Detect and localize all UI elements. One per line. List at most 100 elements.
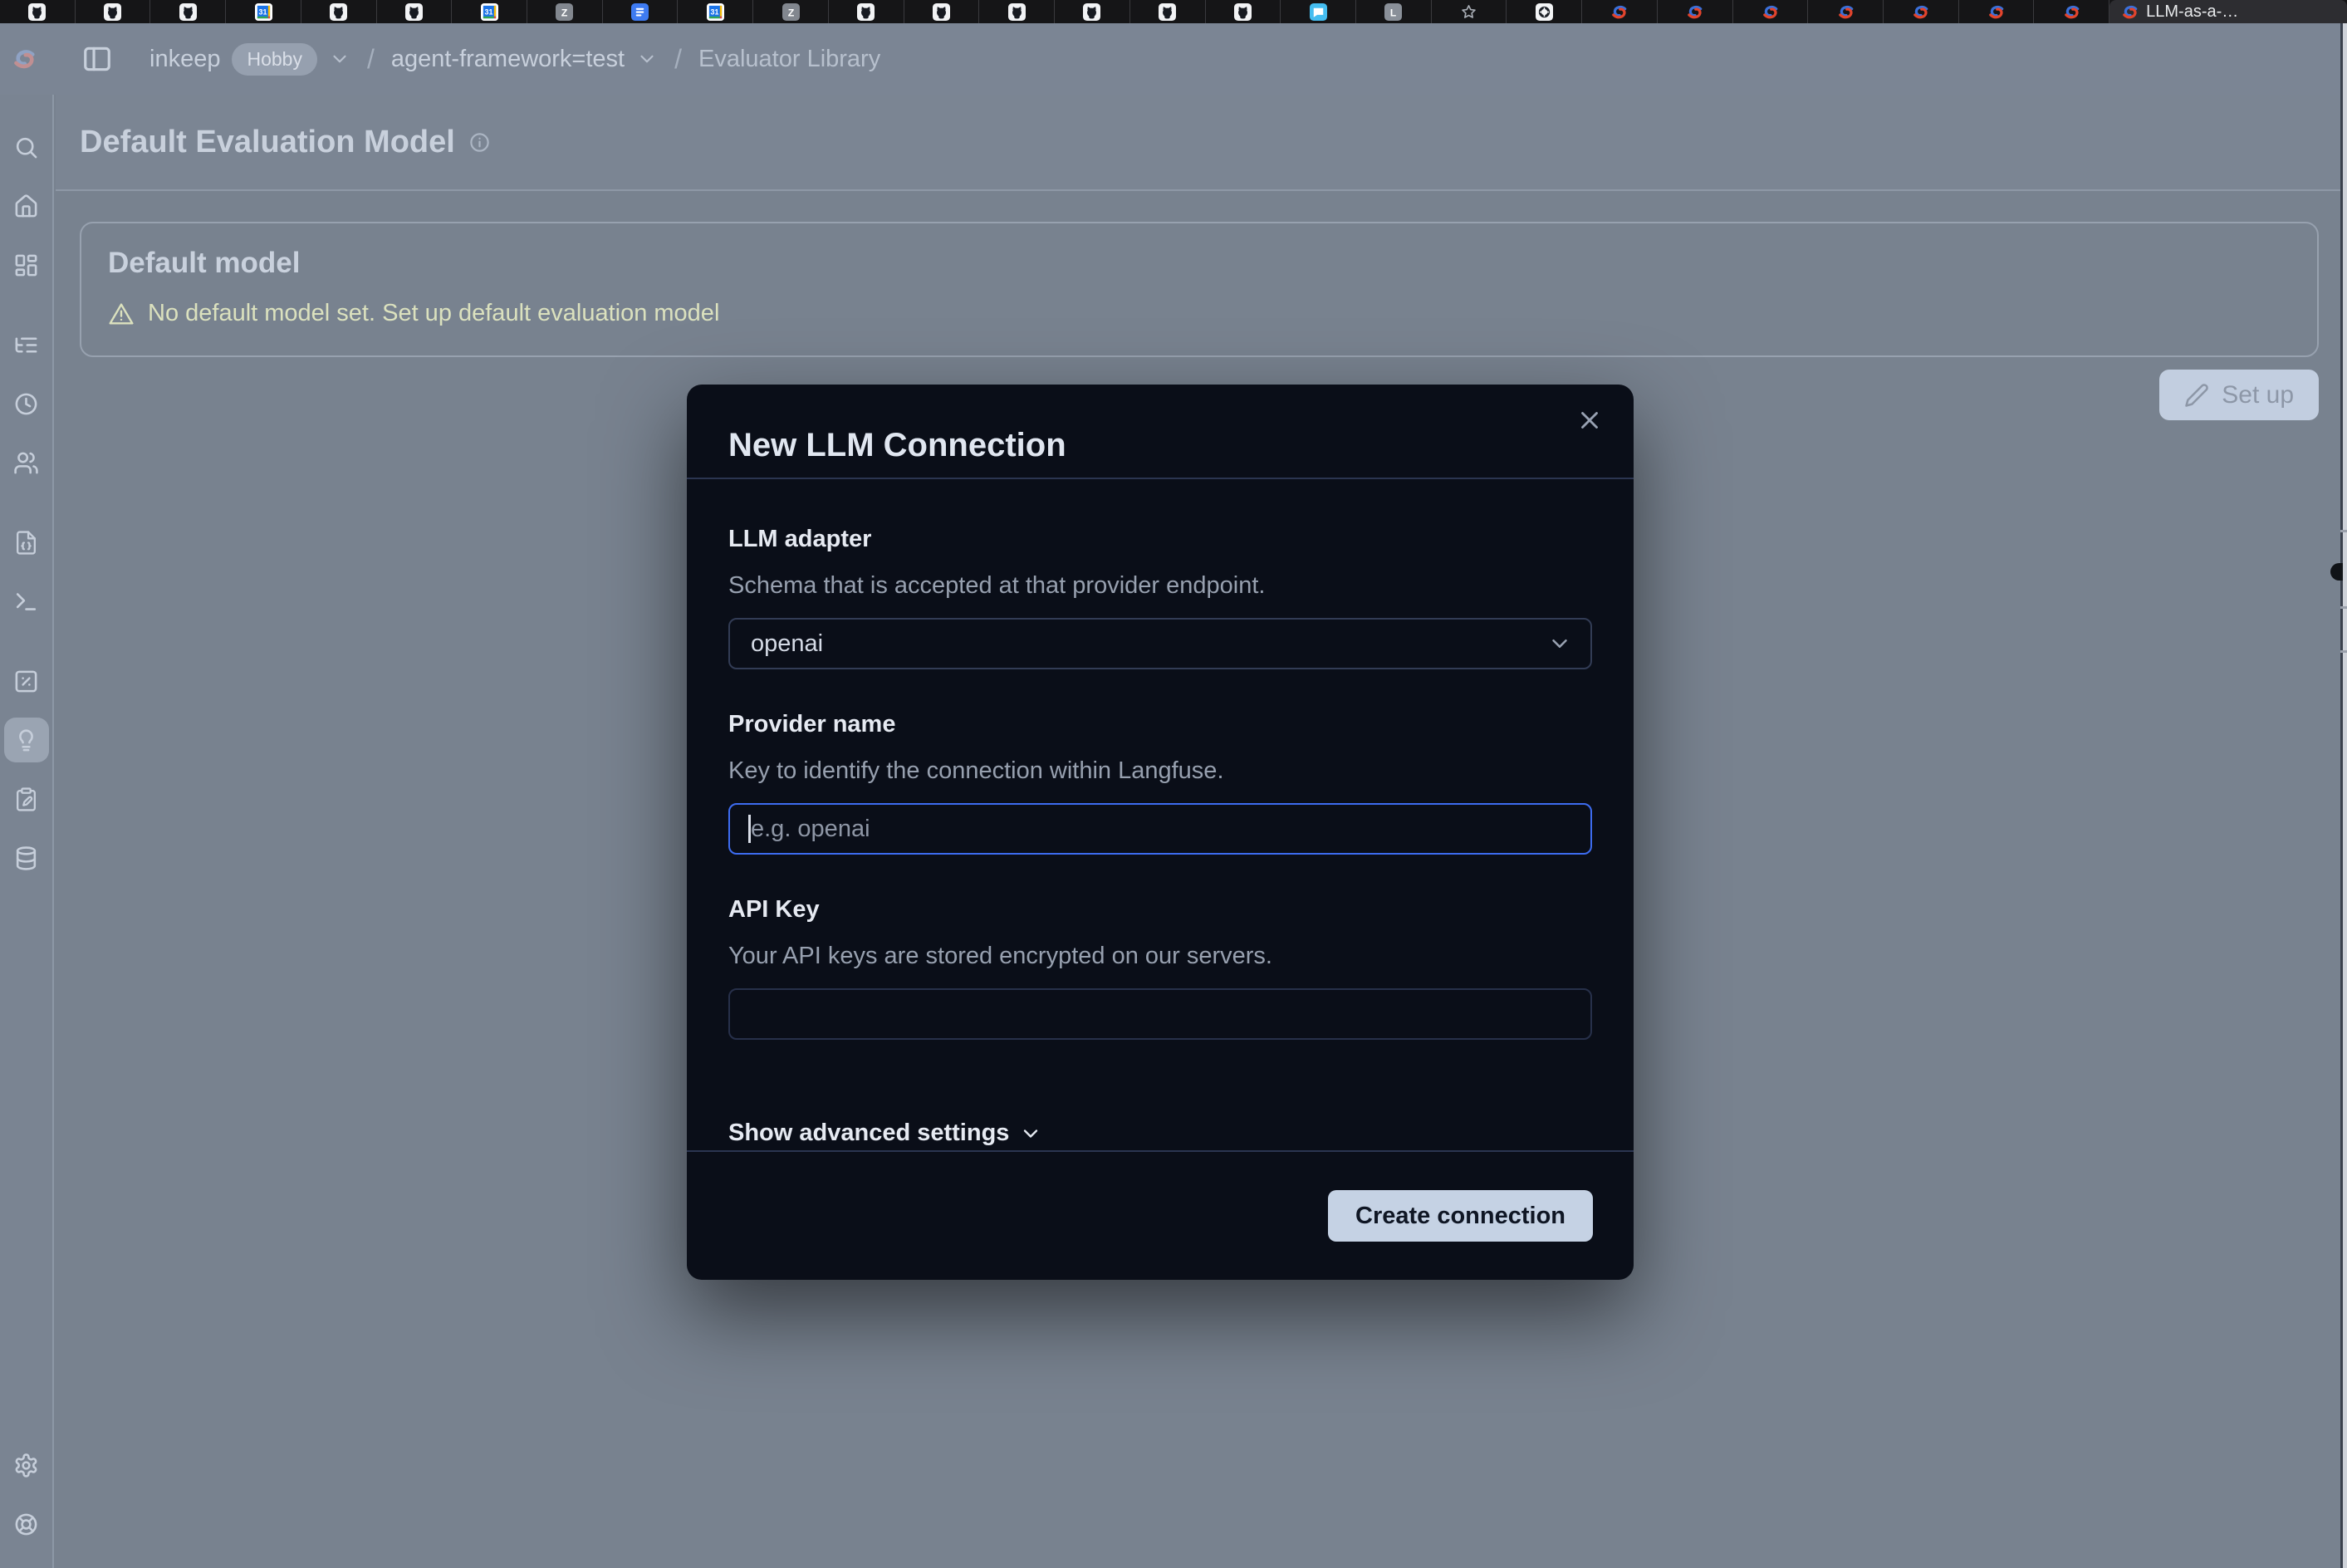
langfuse-favicon <box>1686 3 1703 21</box>
chevron-down-icon <box>329 48 350 70</box>
browser-tab[interactable] <box>1808 0 1884 23</box>
browser-tab[interactable] <box>1055 0 1130 23</box>
browser-tab[interactable] <box>1356 0 1432 23</box>
tab-title: LLM-as-a-… <box>2146 2 2238 22</box>
browser-tab[interactable] <box>753 0 829 23</box>
browser-tab[interactable] <box>452 0 527 23</box>
browser-scrollbar[interactable] <box>2340 23 2347 1568</box>
project-name: agent-framework=test <box>391 46 625 73</box>
page-header: Default Evaluation Model <box>56 95 2340 191</box>
sidebar-item-support[interactable] <box>4 1502 49 1546</box>
close-button[interactable] <box>1575 406 1604 434</box>
scrollbar-mark <box>2340 530 2347 532</box>
github-favicon <box>405 3 423 21</box>
github-favicon <box>1083 3 1100 21</box>
browser-tab[interactable] <box>1959 0 2035 23</box>
langfuse-favicon <box>1610 3 1628 21</box>
close-icon <box>1575 406 1604 434</box>
browser-tab[interactable] <box>527 0 603 23</box>
provider-name-label: Provider name <box>728 711 1592 738</box>
browser-tab[interactable] <box>1884 0 1959 23</box>
browser-tab[interactable] <box>2034 0 2109 23</box>
browser-tab[interactable] <box>829 0 904 23</box>
langfuse-favicon <box>1837 3 1855 21</box>
sidebar-item-sessions[interactable] <box>4 381 49 426</box>
browser-tab[interactable] <box>1507 0 1582 23</box>
browser-tab[interactable] <box>1432 0 1507 23</box>
browser-tab[interactable] <box>603 0 679 23</box>
sidebar-item-search[interactable] <box>4 125 49 169</box>
sidebar <box>0 95 54 1568</box>
browser-tab[interactable] <box>979 0 1055 23</box>
llm-adapter-description: Schema that is accepted at that provider… <box>728 572 1592 600</box>
sidebar-item-scores[interactable] <box>4 659 49 703</box>
browser-tab[interactable] <box>1658 0 1733 23</box>
browser-tab[interactable] <box>0 0 76 23</box>
api-key-input[interactable] <box>728 988 1592 1040</box>
support-icon <box>13 1512 39 1537</box>
l-app-favicon <box>1384 3 1402 21</box>
browser-tab[interactable] <box>1206 0 1281 23</box>
z-app-favicon <box>782 3 800 21</box>
sidebar-item-dashboards[interactable] <box>4 243 49 287</box>
breadcrumb-separator: / <box>367 44 375 75</box>
chevron-down-icon <box>1547 631 1572 656</box>
browser-tab[interactable] <box>678 0 753 23</box>
plan-badge: Hobby <box>232 43 316 76</box>
sidebar-item-playground[interactable] <box>4 579 49 624</box>
provider-name-input[interactable] <box>728 803 1592 855</box>
llm-adapter-select[interactable]: openai <box>728 618 1592 669</box>
browser-tab[interactable] <box>1281 0 1356 23</box>
pencil-icon <box>2184 383 2209 408</box>
api-key-label: API Key <box>728 896 1592 924</box>
sidebar-item-settings[interactable] <box>4 1443 49 1487</box>
langfuse-logo[interactable] <box>9 47 39 71</box>
sessions-icon <box>13 391 39 417</box>
sidebar-item-users[interactable] <box>4 440 49 485</box>
sidebar-item-annotation[interactable] <box>4 777 49 821</box>
warning-triangle-icon <box>108 301 135 327</box>
scrollbar-mark <box>2340 606 2347 609</box>
langfuse-favicon <box>1761 3 1779 21</box>
provider-name-description: Key to identify the connection within La… <box>728 757 1592 785</box>
org-breadcrumb[interactable]: inkeep Hobby <box>149 43 350 76</box>
sidebar-item-tracing[interactable] <box>4 322 49 367</box>
set-up-button[interactable]: Set up <box>2159 370 2319 420</box>
provider-name-section: Provider name Key to identify the connec… <box>728 711 1592 855</box>
sidebar-item-prompts[interactable] <box>4 520 49 565</box>
browser-tab[interactable] <box>76 0 151 23</box>
warning-text: No default model set. Set up default eva… <box>148 300 719 327</box>
github-favicon <box>933 3 950 21</box>
github-favicon <box>330 3 347 21</box>
breadcrumb-bar: inkeep Hobby / agent-framework=test / Ev… <box>0 23 2340 95</box>
github-favicon <box>104 3 121 21</box>
browser-tab-active[interactable]: LLM-as-a-… <box>2109 0 2347 23</box>
browser-tab[interactable] <box>904 0 980 23</box>
project-breadcrumb[interactable]: agent-framework=test <box>391 46 658 73</box>
sidebar-item-home[interactable] <box>4 184 49 228</box>
browser-tab[interactable] <box>377 0 453 23</box>
browser-tab[interactable] <box>1733 0 1809 23</box>
modal-body: LLM adapter Schema that is accepted at t… <box>687 479 1634 1150</box>
browser-tab[interactable] <box>1130 0 1206 23</box>
calendar-favicon <box>481 3 498 21</box>
browser-tab[interactable] <box>150 0 226 23</box>
browser-tab[interactable] <box>1582 0 1658 23</box>
docs-favicon <box>631 3 649 21</box>
sidebar-item-datasets[interactable] <box>4 835 49 880</box>
modal-header: New LLM Connection <box>687 385 1634 479</box>
card-heading: Default model <box>108 247 2317 280</box>
info-icon[interactable] <box>468 131 491 154</box>
create-connection-button[interactable]: Create connection <box>1328 1190 1593 1242</box>
browser-tab[interactable] <box>301 0 377 23</box>
sidebar-item-evals[interactable] <box>4 718 49 762</box>
sidebar-toggle-icon[interactable] <box>81 43 113 75</box>
scores-icon <box>13 669 39 694</box>
browser-tab[interactable] <box>226 0 301 23</box>
calendar-favicon <box>707 3 724 21</box>
users-icon <box>13 450 39 476</box>
warning-row: No default model set. Set up default eva… <box>108 300 2317 327</box>
settings-icon <box>13 1453 39 1478</box>
advanced-settings-toggle[interactable]: Show advanced settings <box>728 1120 1042 1147</box>
chevron-down-icon <box>1019 1122 1042 1145</box>
